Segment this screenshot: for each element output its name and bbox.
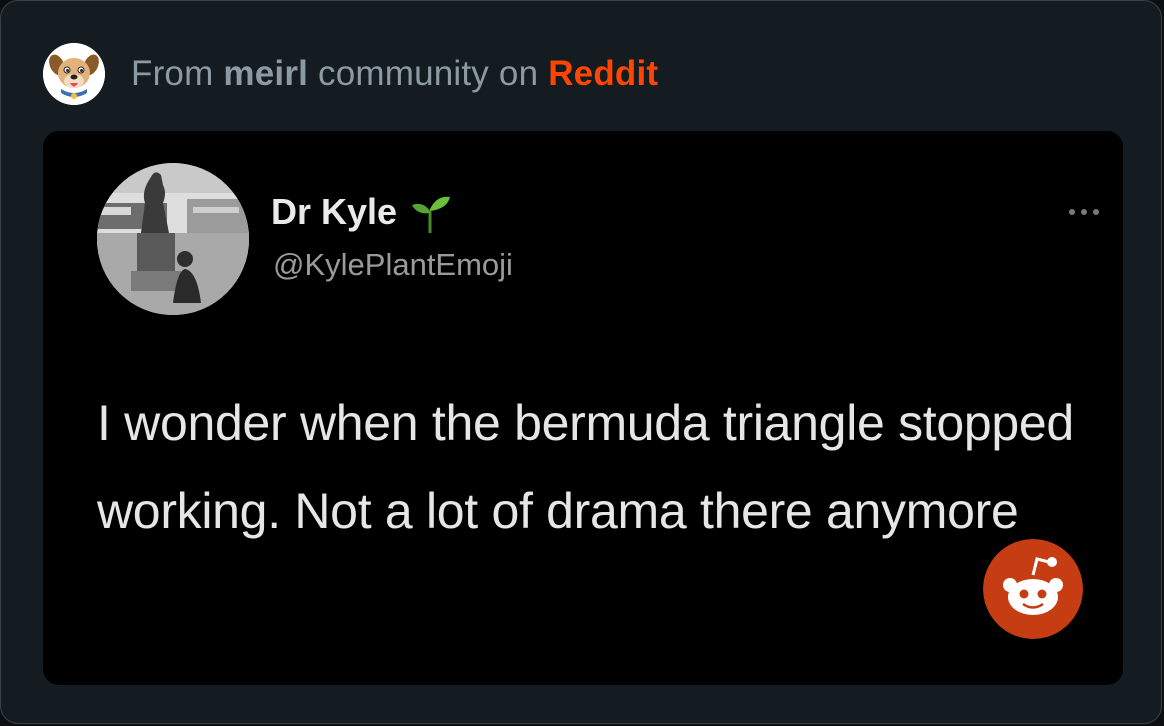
platform-link[interactable]: Reddit (548, 54, 658, 93)
subreddit-link[interactable]: meirl (223, 54, 308, 93)
reddit-logo-icon (983, 539, 1083, 639)
reddit-badge[interactable] (983, 539, 1083, 639)
embed-card: From meirl community on Reddit Dr Kyle @… (0, 0, 1162, 724)
source-attribution: From meirl community on Reddit (131, 54, 658, 94)
source-middle: community on (318, 54, 539, 93)
display-name: Dr Kyle (271, 191, 398, 232)
tweet-handle: @KylePlantEmoji (273, 247, 513, 282)
dog-mascot-icon (43, 43, 105, 105)
tweet-author-name: Dr Kyle (271, 189, 453, 235)
tweet-body: I wonder when the bermuda triangle stopp… (97, 395, 1074, 539)
more-options-icon (1069, 209, 1099, 215)
seedling-icon (412, 196, 451, 233)
tweet-avatar (97, 163, 249, 315)
cropped-text-remnant (218, 131, 488, 137)
source-prefix: From (131, 54, 214, 93)
community-avatar[interactable] (43, 43, 105, 105)
post-image[interactable]: Dr Kyle @KylePlantEmoji I wonder when th… (43, 131, 1123, 685)
statue-photo-icon (97, 163, 249, 315)
card-header: From meirl community on Reddit (43, 43, 658, 105)
